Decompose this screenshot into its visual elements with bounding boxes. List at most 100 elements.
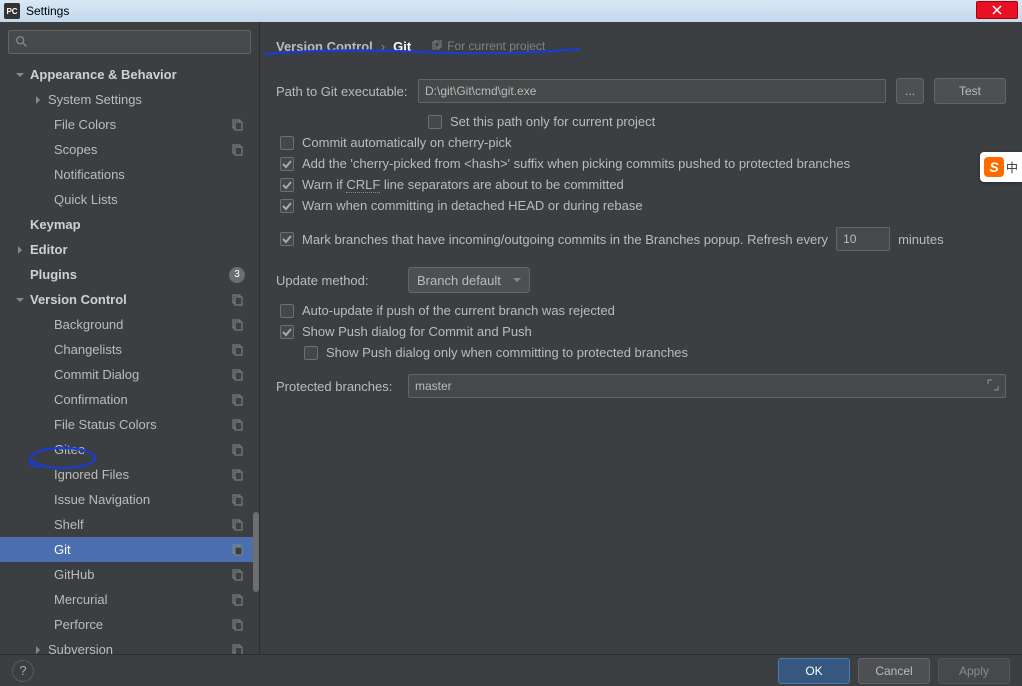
tree-item-issue-navigation[interactable]: Issue Navigation [0, 487, 259, 512]
search-input[interactable] [8, 30, 251, 54]
add-cherry-suffix-label: Add the 'cherry-picked from <hash>' suff… [302, 156, 850, 171]
project-icon [231, 343, 245, 357]
tree-item-subversion[interactable]: Subversion [0, 637, 259, 654]
tree-item-version-control[interactable]: Version Control [0, 287, 259, 312]
project-icon [231, 593, 245, 607]
tree-item-plugins[interactable]: Plugins3 [0, 262, 259, 287]
refresh-input[interactable] [836, 227, 890, 251]
set-path-project-label: Set this path only for current project [450, 114, 655, 129]
arrow-icon [16, 71, 28, 79]
tree-item-quick-lists[interactable]: Quick Lists [0, 187, 259, 212]
chevron-down-icon [513, 276, 521, 284]
browse-button[interactable]: ... [896, 78, 924, 104]
tree-item-notifications[interactable]: Notifications [0, 162, 259, 187]
tree-item-file-colors[interactable]: File Colors [0, 112, 259, 137]
apply-button[interactable]: Apply [938, 658, 1010, 684]
update-method-label: Update method: [276, 273, 398, 288]
project-icon [231, 443, 245, 457]
window-title: Settings [26, 4, 69, 18]
protected-branches-input[interactable]: master [408, 374, 1006, 398]
auto-update-push-checkbox[interactable] [280, 304, 294, 318]
tree-item-confirmation[interactable]: Confirmation [0, 387, 259, 412]
search-icon [15, 35, 29, 49]
tree-item-commit-dialog[interactable]: Commit Dialog [0, 362, 259, 387]
tree-item-mercurial[interactable]: Mercurial [0, 587, 259, 612]
set-path-project-checkbox[interactable] [428, 115, 442, 129]
tree-item-label: Ignored Files [54, 467, 259, 482]
tree-item-git[interactable]: Git [0, 537, 259, 562]
search-field[interactable] [33, 35, 244, 49]
mark-branches-checkbox[interactable] [280, 232, 294, 246]
scrollbar-thumb[interactable] [253, 512, 259, 592]
tree-item-gitee[interactable]: Gitee [0, 437, 259, 462]
git-path-input[interactable] [418, 79, 886, 103]
show-push-dialog-label: Show Push dialog for Commit and Push [302, 324, 532, 339]
count-badge: 3 [229, 267, 245, 283]
project-icon [231, 568, 245, 582]
tree-item-shelf[interactable]: Shelf [0, 512, 259, 537]
tree-item-label: Background [54, 317, 259, 332]
tree-item-label: Mercurial [54, 592, 259, 607]
settings-tree: Appearance & Behavior System Settings File… [0, 58, 259, 654]
ime-badge[interactable]: S 中 [980, 152, 1022, 182]
show-push-protected-label: Show Push dialog only when committing to… [326, 345, 688, 360]
tree-item-label: Version Control [30, 292, 259, 307]
test-button[interactable]: Test [934, 78, 1006, 104]
cancel-button[interactable]: Cancel [858, 658, 930, 684]
project-icon [231, 393, 245, 407]
sidebar: Appearance & Behavior System Settings File… [0, 22, 260, 654]
breadcrumb-section[interactable]: Version Control [276, 39, 373, 54]
tree-item-changelists[interactable]: Changelists [0, 337, 259, 362]
close-button[interactable] [976, 1, 1018, 19]
project-icon [231, 293, 245, 307]
tree-item-github[interactable]: GitHub [0, 562, 259, 587]
warn-crlf-label: Warn if CRLF line separators are about t… [302, 177, 624, 192]
add-cherry-suffix-checkbox[interactable] [280, 157, 294, 171]
show-push-dialog-checkbox[interactable] [280, 325, 294, 339]
tree-item-ignored-files[interactable]: Ignored Files [0, 462, 259, 487]
expand-icon[interactable] [987, 379, 999, 394]
project-icon [231, 418, 245, 432]
tree-item-label: Notifications [54, 167, 259, 182]
breadcrumb-sep: › [381, 39, 385, 54]
update-method-select[interactable]: Branch default [408, 267, 530, 293]
commit-auto-cherry-checkbox[interactable] [280, 136, 294, 150]
project-icon [231, 318, 245, 332]
commit-auto-cherry-label: Commit automatically on cherry-pick [302, 135, 512, 150]
show-push-protected-checkbox[interactable] [304, 346, 318, 360]
project-icon [231, 543, 245, 557]
tree-item-scopes[interactable]: Scopes [0, 137, 259, 162]
breadcrumb: Version Control › Git For current projec… [276, 32, 1006, 60]
tree-item-label: System Settings [48, 92, 259, 107]
tree-item-label: Perforce [54, 617, 259, 632]
ok-button[interactable]: OK [778, 658, 850, 684]
tree-item-editor[interactable]: Editor [0, 237, 259, 262]
protected-label: Protected branches: [276, 379, 398, 394]
project-icon [231, 618, 245, 632]
tree-item-system-settings[interactable]: System Settings [0, 87, 259, 112]
tree-item-file-status-colors[interactable]: File Status Colors [0, 412, 259, 437]
tree-item-label: Quick Lists [54, 192, 259, 207]
warn-detached-checkbox[interactable] [280, 199, 294, 213]
tree-item-keymap[interactable]: Keymap [0, 212, 259, 237]
tree-item-label: Plugins [30, 267, 259, 282]
tree-item-label: Keymap [30, 217, 259, 232]
help-button[interactable]: ? [12, 660, 34, 682]
tree-item-background[interactable]: Background [0, 312, 259, 337]
copy-icon [431, 40, 443, 52]
ime-mode: 中 [1006, 159, 1018, 176]
warn-crlf-checkbox[interactable] [280, 178, 294, 192]
arrow-icon [34, 96, 46, 104]
project-icon [231, 368, 245, 382]
tree-item-label: Editor [30, 242, 259, 257]
warn-detached-label: Warn when committing in detached HEAD or… [302, 198, 643, 213]
tree-item-perforce[interactable]: Perforce [0, 612, 259, 637]
project-icon [231, 118, 245, 132]
project-icon [231, 518, 245, 532]
tree-item-label: Scopes [54, 142, 259, 157]
tree-item-label: GitHub [54, 567, 259, 582]
sogou-icon: S [984, 157, 1004, 177]
tree-item-appearance-behavior[interactable]: Appearance & Behavior [0, 62, 259, 87]
content-panel: Version Control › Git For current projec… [260, 22, 1022, 654]
tree-item-label: Shelf [54, 517, 259, 532]
